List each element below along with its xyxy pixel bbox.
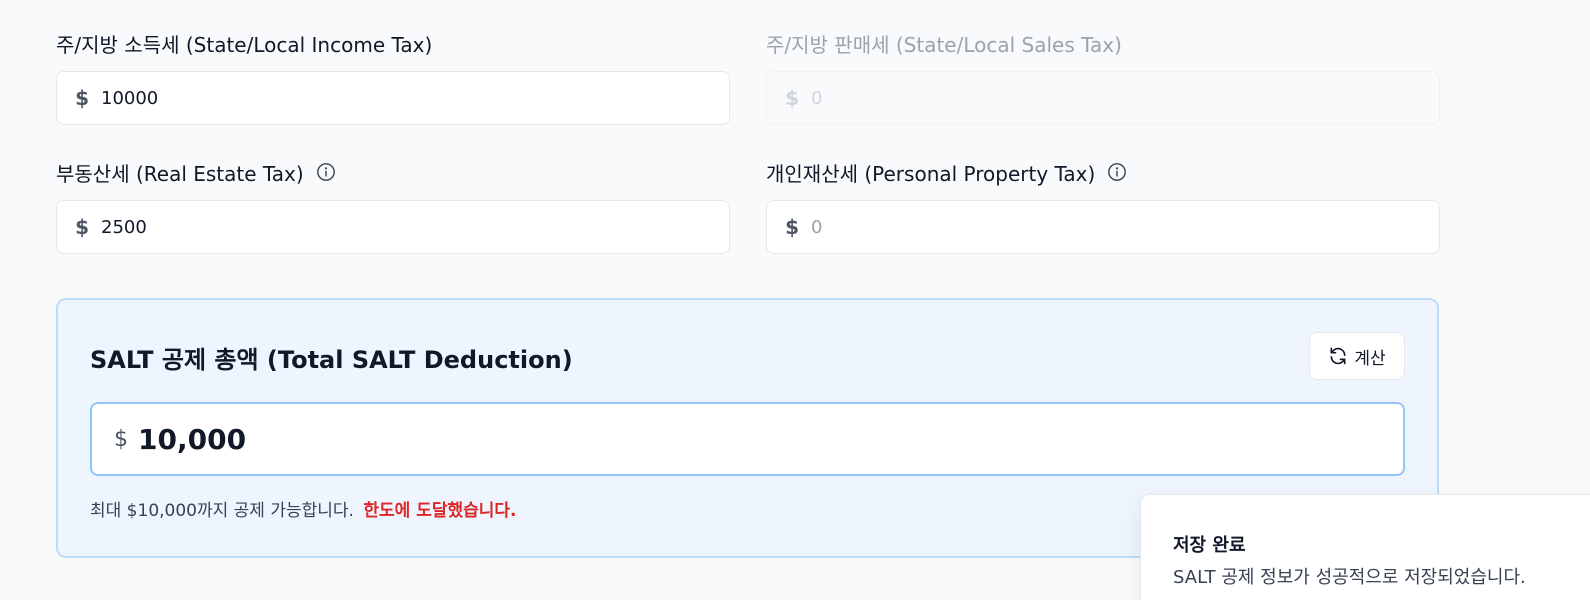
real-estate-tax-input[interactable] [99, 216, 659, 238]
sales-tax-input [809, 87, 1369, 109]
save-toast: 저장 완료 SALT 공제 정보가 성공적으로 저장되었습니다. [1140, 494, 1590, 600]
personal-property-tax-label: 개인재산세 (Personal Property Tax) [766, 157, 1127, 187]
info-icon[interactable] [1107, 162, 1127, 182]
currency-symbol: $ [785, 215, 799, 239]
income-tax-input[interactable] [99, 87, 659, 109]
summary-title: SALT 공제 총액 (Total SALT Deduction) [90, 346, 573, 374]
info-icon[interactable] [316, 162, 336, 182]
currency-symbol: $ [75, 215, 89, 239]
total-deduction-display: $ 10,000 [90, 402, 1405, 476]
sales-tax-input-box: $ [766, 71, 1440, 125]
currency-symbol: $ [75, 86, 89, 110]
total-deduction-value: 10,000 [138, 422, 247, 456]
currency-symbol: $ [114, 426, 128, 452]
calculate-button-label: 계산 [1354, 348, 1386, 369]
currency-symbol: $ [785, 86, 799, 110]
limit-note-text: 최대 $10,000까지 공제 가능합니다. [90, 501, 354, 521]
refresh-icon [1330, 347, 1346, 365]
personal-property-tax-label-text: 개인재산세 (Personal Property Tax) [766, 161, 1096, 186]
income-tax-label: 주/지방 소득세 (State/Local Income Tax) [56, 32, 433, 57]
real-estate-tax-label-text: 부동산세 (Real Estate Tax) [56, 161, 304, 186]
deduction-limit-note: 최대 $10,000까지 공제 가능합니다. 한도에 도달했습니다. [90, 496, 517, 521]
salt-deduction-form: 주/지방 소득세 (State/Local Income Tax) $ 주/지방… [0, 0, 1590, 600]
limit-reached-warning: 한도에 도달했습니다. [363, 501, 517, 521]
toast-message: SALT 공제 정보가 성공적으로 저장되었습니다. [1173, 567, 1526, 588]
real-estate-tax-label: 부동산세 (Real Estate Tax) [56, 157, 336, 187]
personal-property-tax-input-box[interactable]: $ [766, 200, 1440, 254]
sales-tax-label: 주/지방 판매세 (State/Local Sales Tax) [766, 32, 1122, 57]
calculate-button[interactable]: 계산 [1309, 332, 1405, 380]
real-estate-tax-input-box[interactable]: $ [56, 200, 730, 254]
income-tax-input-box[interactable]: $ [56, 71, 730, 125]
personal-property-tax-input[interactable] [809, 216, 1369, 238]
toast-title: 저장 완료 [1173, 535, 1246, 556]
